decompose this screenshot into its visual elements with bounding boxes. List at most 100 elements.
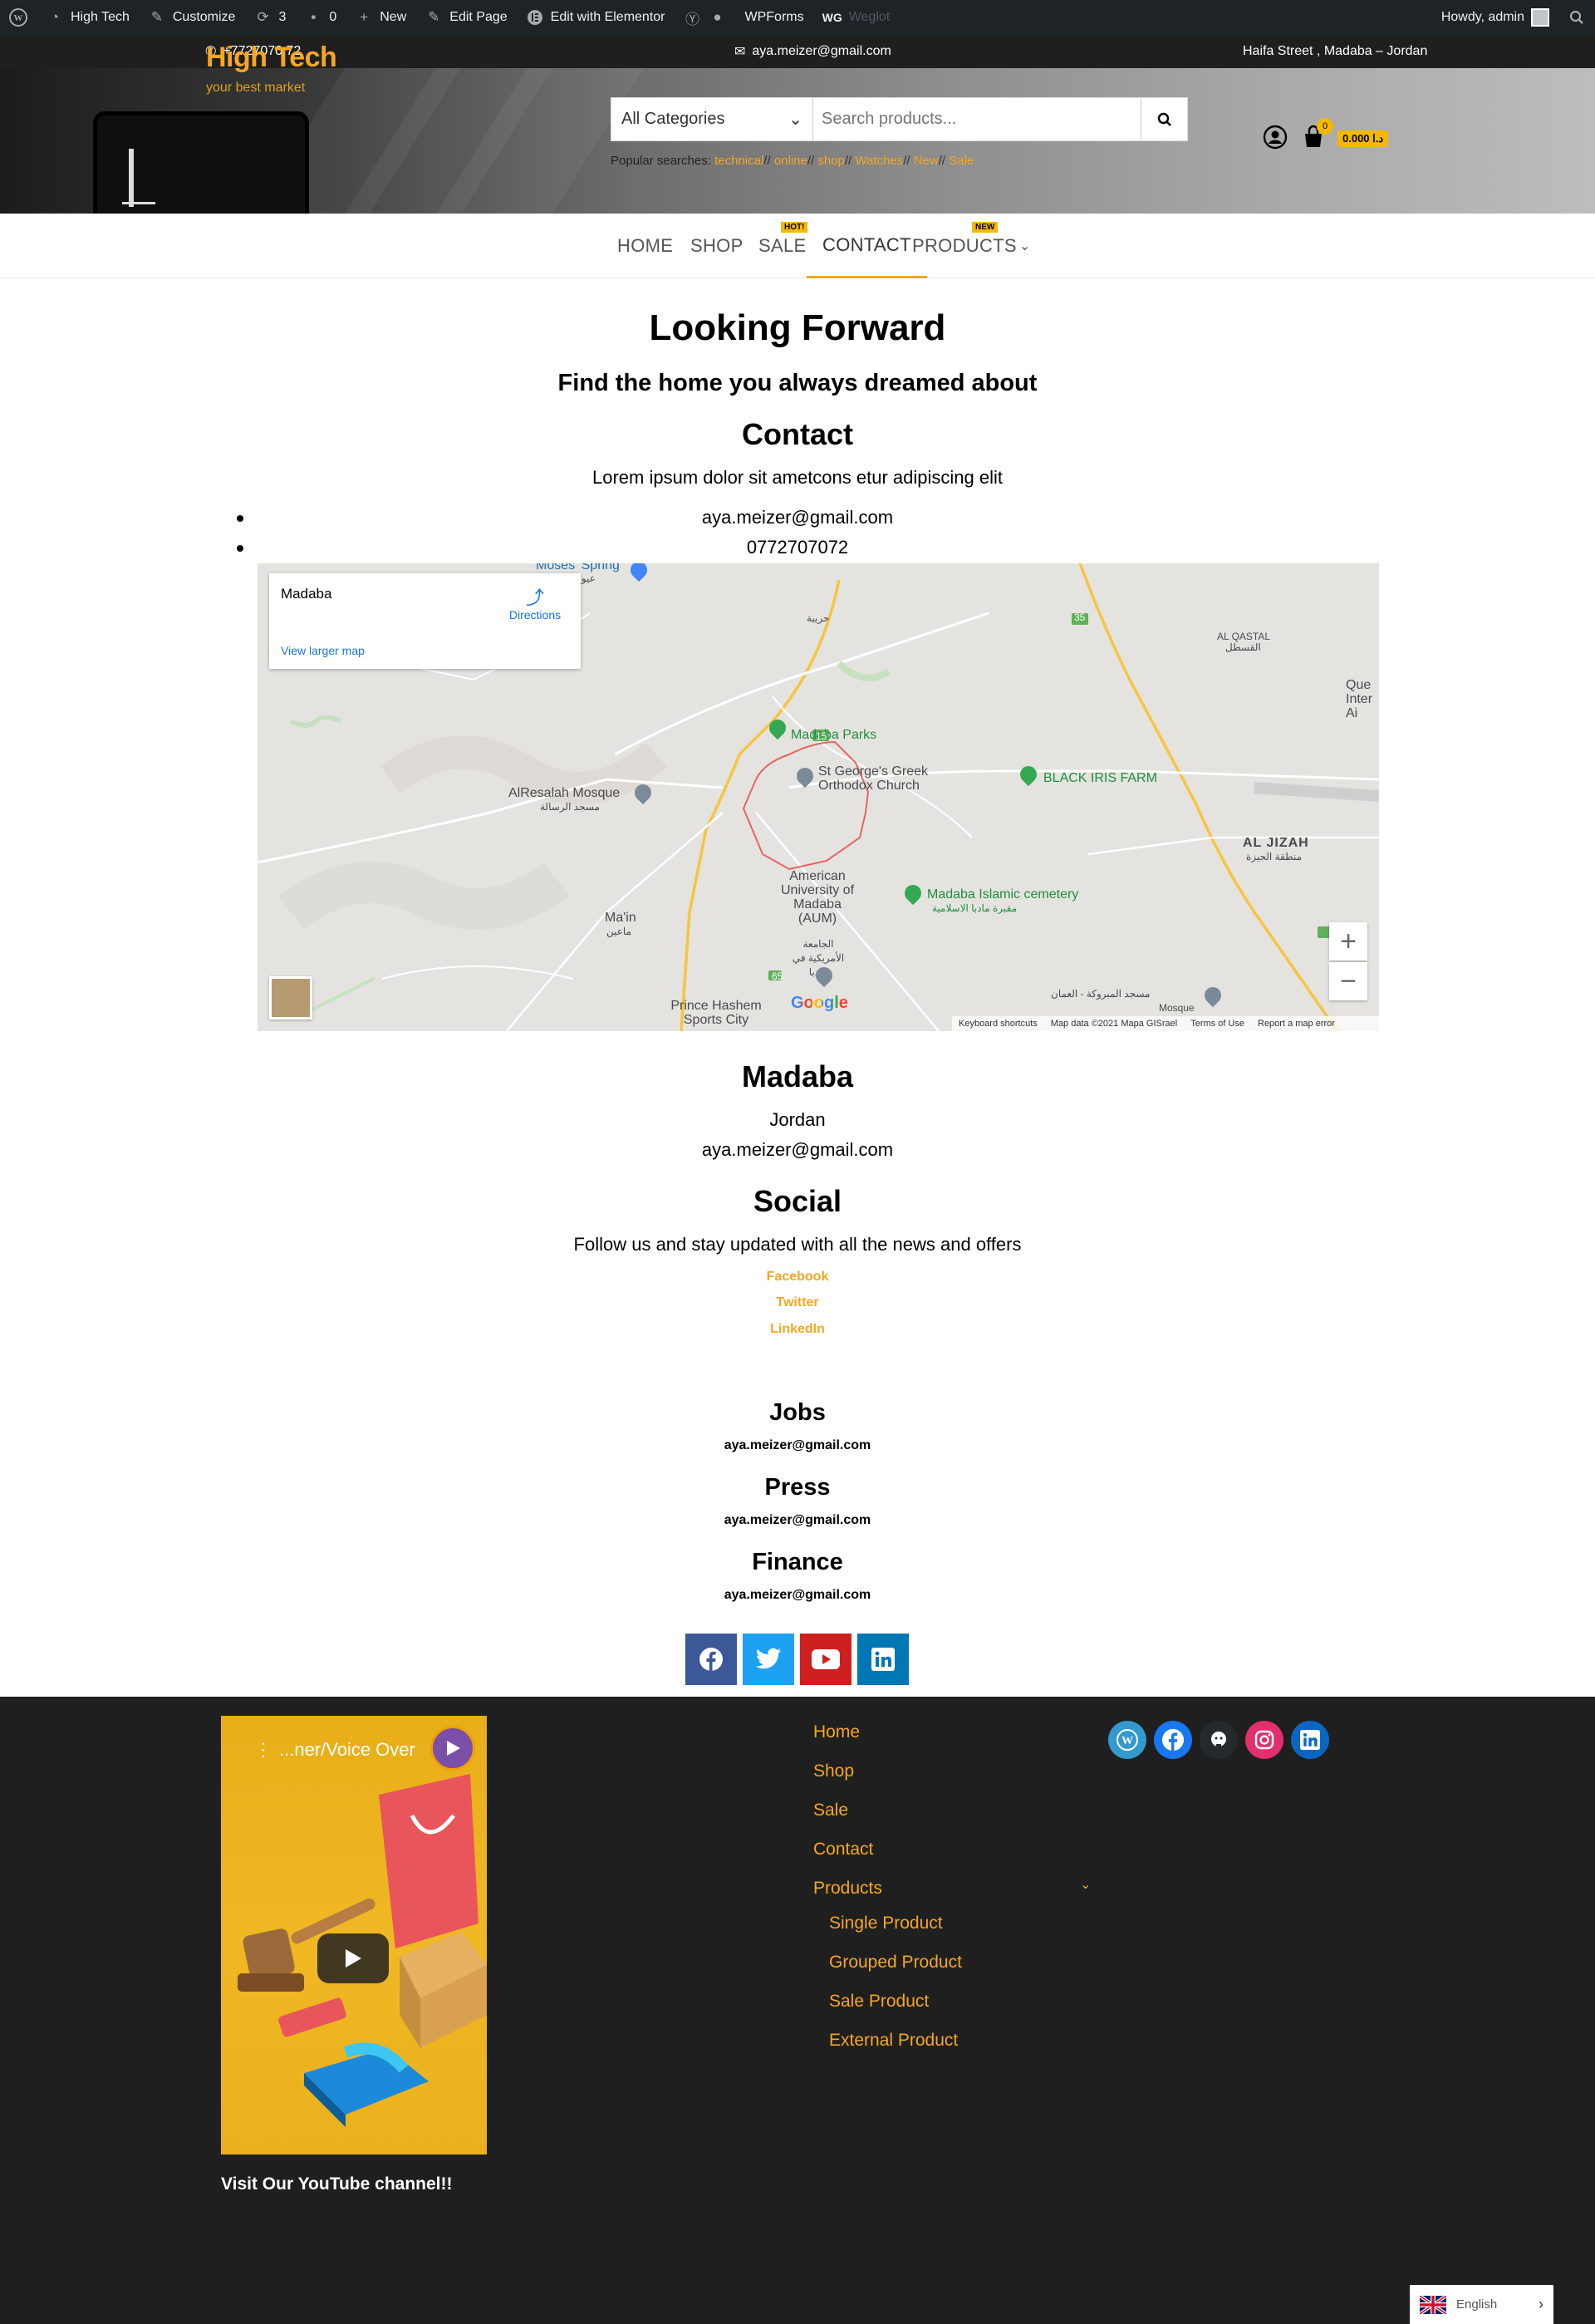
dashboard-icon: ◔ (50, 9, 60, 25)
minus-icon: − (1340, 965, 1357, 997)
search-icon (1157, 112, 1171, 126)
footer-menu-home[interactable]: Home (813, 1722, 860, 1742)
chevron-down-icon[interactable]: ⌄ (1080, 1876, 1091, 1893)
comments-count: 0 (329, 10, 337, 24)
popular-tag[interactable]: New (914, 154, 939, 168)
satellite-layer-toggle[interactable] (269, 976, 312, 1020)
channel-avatar[interactable] (430, 1726, 475, 1771)
wordpress-social-button[interactable]: W (1108, 1721, 1146, 1759)
map-label: مقبرة مادبا الاسلامية (932, 902, 1017, 914)
new-badge: NEW (972, 222, 999, 233)
new-content-button[interactable]: + New (346, 0, 415, 35)
linkedin-social-button[interactable] (1291, 1721, 1329, 1759)
cart-total[interactable]: 0.000 د.ا (1337, 130, 1389, 147)
facebook-button[interactable] (685, 1634, 737, 1685)
facebook-link[interactable]: Facebook (0, 1270, 1595, 1285)
admin-search-button[interactable] (1558, 0, 1595, 35)
nav-shop[interactable]: SHOP (690, 214, 744, 278)
press-heading: Press (764, 1474, 831, 1501)
jobs-email: aya.meizer@gmail.com (724, 1438, 871, 1452)
map-label: مسجد المبروكة - العمان (1051, 988, 1151, 1000)
contact-email: aya.meizer@gmail.com (701, 507, 894, 528)
keyboard-shortcuts-link[interactable]: Keyboard shortcuts (959, 1019, 1038, 1029)
svg-text:W: W (14, 13, 23, 23)
category-select[interactable]: All Categories ⌄ (611, 98, 813, 140)
comment-icon: ▪ (311, 9, 317, 25)
wordpress-logo-button[interactable]: W (0, 0, 37, 35)
youtube-button[interactable] (800, 1634, 851, 1685)
page-heading: Looking Forward (649, 307, 946, 348)
edit-page-label: Edit Page (449, 10, 508, 24)
linkedin-button[interactable] (857, 1634, 909, 1685)
play-button[interactable] (317, 1933, 389, 1983)
map-label: مسجد الرسالة (540, 801, 600, 813)
view-larger-map-link[interactable]: View larger map (281, 644, 365, 657)
linkedin-link[interactable]: LinkedIn (0, 1322, 1595, 1337)
wordpress-icon: W (1116, 1729, 1138, 1751)
weglot-button[interactable]: WG Weglot (813, 0, 900, 35)
road-shield: 15 (816, 730, 827, 742)
github-social-button[interactable] (1200, 1721, 1238, 1759)
terms-link[interactable]: Terms of Use (1190, 1019, 1244, 1029)
language-switcher[interactable]: English › (1410, 2285, 1553, 2324)
footer-menu-products[interactable]: Products (813, 1879, 882, 1899)
updates-button[interactable]: ⟳ 3 (244, 0, 295, 35)
zoom-out-button[interactable]: − (1329, 962, 1367, 1000)
road-shield: 65 (772, 970, 783, 982)
pencil-icon: ✎ (428, 9, 440, 25)
youtube-video-embed[interactable]: ⋮ ...ner/Voice Over (221, 1716, 487, 2154)
facebook-social-button[interactable] (1154, 1721, 1192, 1759)
instagram-social-button[interactable] (1245, 1721, 1283, 1759)
nav-contact[interactable]: CONTACT (807, 214, 927, 278)
nav-home[interactable]: HOME (617, 214, 673, 278)
popular-tag[interactable]: Watches (855, 154, 903, 168)
yoast-button[interactable]: Ⓨ ● (675, 0, 736, 35)
popular-tag[interactable]: shop (817, 154, 845, 168)
directions-button[interactable]: ⤴ Directions (506, 588, 564, 622)
footer-menu-sale[interactable]: Sale (813, 1801, 848, 1820)
popular-tag[interactable]: online (774, 154, 807, 168)
youtube-icon (812, 1649, 840, 1669)
comments-button[interactable]: ▪ 0 (295, 0, 346, 35)
zoom-in-button[interactable]: + (1329, 922, 1367, 961)
google-map[interactable]: Moses' Spring عيون موسى حريبة AL QASTAL … (258, 563, 1379, 1031)
footer-submenu-grouped[interactable]: Grouped Product (829, 1953, 962, 1973)
list-item: aya.meizer@gmail.com (0, 507, 1595, 528)
map-label: American University of Madaba (AUM) (780, 869, 855, 926)
refresh-icon: ⟳ (257, 9, 269, 25)
search-input[interactable] (813, 98, 1141, 140)
weglot-label: Weglot (848, 10, 891, 24)
map-label: AlResalah Mosque (508, 786, 621, 800)
edit-page-button[interactable]: ✎ Edit Page (415, 0, 516, 35)
twitter-link[interactable]: Twitter (0, 1295, 1595, 1310)
facebook-icon (699, 1648, 723, 1671)
elementor-button[interactable]: Edit with Elementor (517, 0, 675, 35)
footer-submenu-external[interactable]: External Product (829, 2031, 958, 2051)
site-title[interactable]: High Tech (206, 42, 337, 74)
cart-count-badge: 0 (1317, 118, 1333, 135)
email-info[interactable]: ✉ aya.meizer@gmail.com (734, 35, 891, 68)
footer-submenu-single[interactable]: Single Product (829, 1914, 943, 1933)
weglot-prefix: WG (822, 11, 842, 24)
user-icon (1263, 125, 1288, 150)
more-options-icon[interactable]: ⋮ (254, 1739, 272, 1761)
report-error-link[interactable]: Report a map error (1258, 1019, 1335, 1029)
popular-tag[interactable]: Sale (949, 154, 974, 168)
wpforms-button[interactable]: WPForms (736, 0, 813, 35)
mail-icon: ✉ (734, 45, 746, 59)
twitter-button[interactable] (743, 1634, 794, 1685)
search-button[interactable] (1141, 98, 1187, 140)
site-name-button[interactable]: ◔ High Tech (37, 0, 139, 35)
popular-tag[interactable]: technical (714, 154, 763, 168)
account-menu[interactable]: Howdy, admin (1432, 0, 1558, 35)
footer-menu-shop[interactable]: Shop (813, 1761, 854, 1781)
footer-submenu-sale[interactable]: Sale Product (829, 1992, 929, 2012)
video-title[interactable]: ...ner/Voice Over (279, 1739, 415, 1761)
account-button[interactable] (1263, 125, 1288, 154)
plus-icon: + (1340, 925, 1357, 957)
customize-button[interactable]: ✎ Customize (139, 0, 245, 35)
elementor-icon (526, 8, 544, 27)
footer-menu-contact[interactable]: Contact (813, 1840, 873, 1860)
site-tagline: your best market (206, 81, 306, 95)
github-icon (1211, 1732, 1226, 1749)
